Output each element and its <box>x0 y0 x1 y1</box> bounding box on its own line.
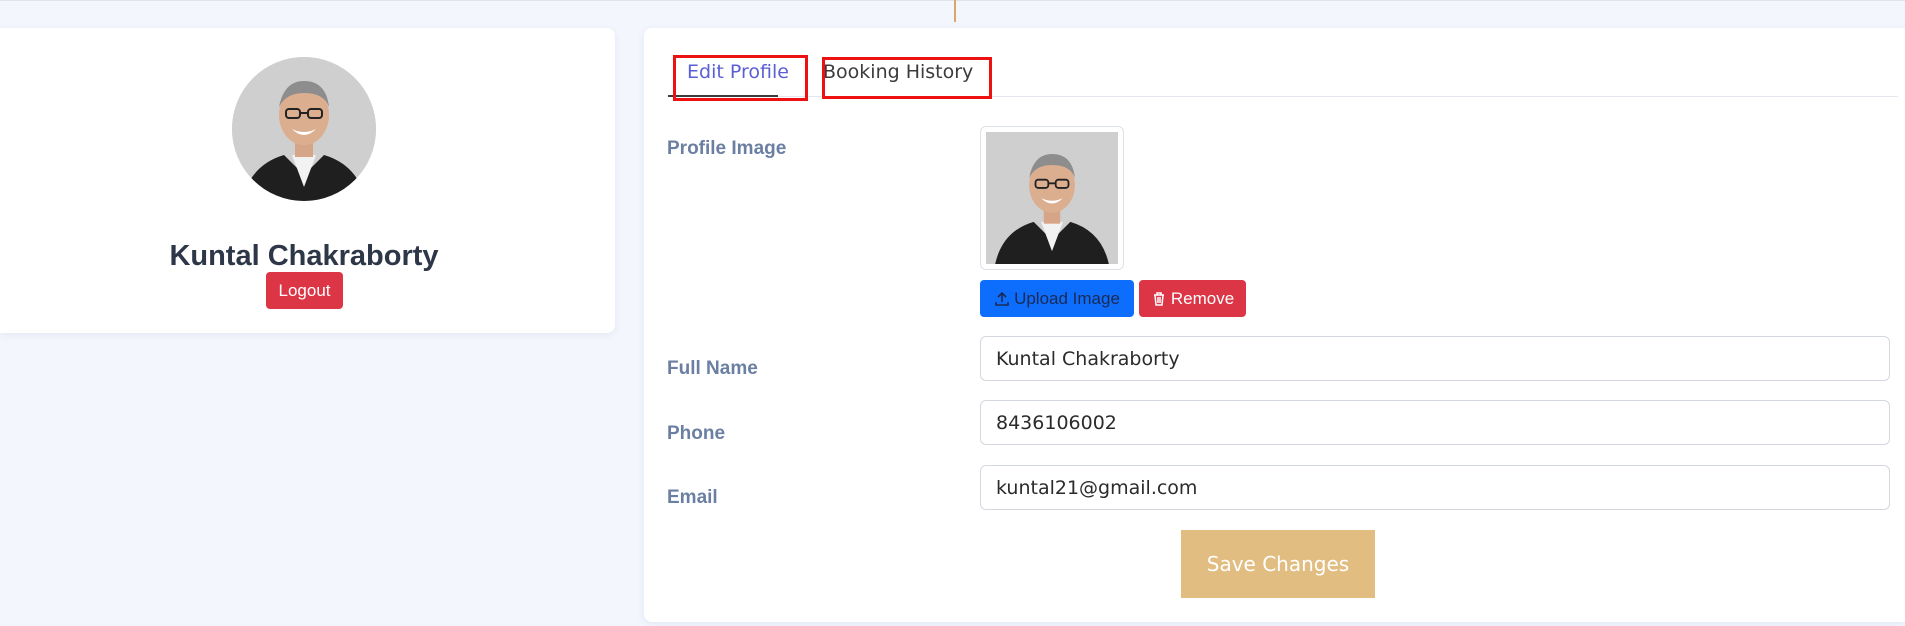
email-input[interactable] <box>980 465 1890 510</box>
profile-name: Kuntal Chakraborty <box>169 240 439 272</box>
avatar-person-image <box>232 57 376 201</box>
phone-label: Phone <box>667 423 726 444</box>
profile-image-person <box>986 132 1118 264</box>
highlight-box-edit-profile <box>673 55 808 101</box>
upload-image-label: Upload Image <box>1014 288 1120 308</box>
full-name-label: Full Name <box>667 358 758 379</box>
phone-input[interactable] <box>980 400 1890 445</box>
top-marker <box>954 0 956 22</box>
top-border <box>0 0 1905 1</box>
logout-button[interactable]: Logout <box>266 272 343 309</box>
edit-profile-panel: Edit Profile Booking History Profile Ima… <box>644 28 1905 622</box>
upload-icon <box>995 291 1009 306</box>
remove-image-button[interactable]: Remove <box>1139 280 1246 317</box>
trash-icon <box>1153 291 1164 306</box>
profile-card: Kuntal Chakraborty Logout <box>0 28 615 333</box>
avatar <box>232 57 376 201</box>
full-name-input[interactable] <box>980 336 1890 381</box>
profile-image-label: Profile Image <box>667 138 787 159</box>
profile-image-preview <box>980 126 1124 270</box>
upload-image-button[interactable]: Upload Image <box>980 280 1134 317</box>
email-label: Email <box>667 487 718 508</box>
highlight-box-booking-history <box>822 57 992 99</box>
save-changes-button[interactable]: Save Changes <box>1181 530 1375 598</box>
remove-image-label: Remove <box>1170 288 1235 308</box>
